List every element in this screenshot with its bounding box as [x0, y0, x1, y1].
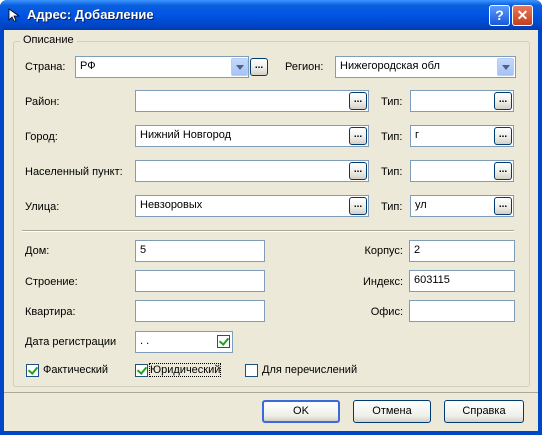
- help-button[interactable]: Справка: [444, 400, 524, 423]
- separator: [22, 230, 514, 232]
- locality-type-label: Тип:: [381, 166, 403, 178]
- district-input[interactable]: [135, 90, 369, 112]
- help-icon[interactable]: ?: [489, 5, 510, 26]
- district-type-label: Тип:: [381, 96, 403, 108]
- button-bar-divider: [4, 392, 538, 393]
- house-label: Дом:: [25, 245, 50, 257]
- actual-checkbox-label[interactable]: Фактический: [43, 364, 108, 376]
- locality-type-browse-button[interactable]: ...: [494, 162, 512, 180]
- country-dropdown-arrow-icon[interactable]: [231, 58, 248, 76]
- locality-browse-button[interactable]: ...: [349, 162, 367, 180]
- enum-checkbox-label[interactable]: Для перечислений: [262, 364, 357, 376]
- reg-date-label: Дата регистрации: [25, 336, 117, 348]
- window-frame-bottom: [0, 431, 542, 435]
- city-type-label: Тип:: [381, 131, 403, 143]
- office-label: Офис:: [370, 306, 403, 318]
- app-icon: [8, 8, 21, 22]
- street-type-browse-button[interactable]: ...: [494, 197, 512, 215]
- street-label: Улица:: [25, 201, 60, 213]
- street-type-label: Тип:: [381, 201, 403, 213]
- cancel-button[interactable]: Отмена: [353, 400, 431, 423]
- title-bar[interactable]: Адрес: Добавление ? ✕: [0, 0, 542, 30]
- index-label: Индекс:: [362, 276, 403, 288]
- building-input[interactable]: [135, 270, 265, 292]
- country-combo[interactable]: РФ: [75, 56, 249, 78]
- street-browse-button[interactable]: ...: [349, 197, 367, 215]
- city-label: Город:: [25, 131, 58, 143]
- legal-checkbox[interactable]: [135, 364, 148, 377]
- region-label: Регион:: [285, 61, 324, 73]
- legal-checkbox-label[interactable]: Юридический: [148, 363, 222, 377]
- locality-input[interactable]: [135, 160, 369, 182]
- house-input[interactable]: 5: [135, 240, 265, 262]
- apartment-label: Квартира:: [25, 306, 76, 318]
- country-label: Страна:: [25, 61, 66, 73]
- window-title: Адрес: Добавление: [27, 7, 154, 22]
- city-input[interactable]: Нижний Новгород: [135, 125, 369, 147]
- group-label: Описание: [20, 34, 77, 46]
- index-input[interactable]: 603115: [409, 270, 515, 292]
- district-browse-button[interactable]: ...: [349, 92, 367, 110]
- street-input[interactable]: Невзоровых: [135, 195, 369, 217]
- window-frame-right: [538, 30, 542, 435]
- apartment-input[interactable]: [135, 300, 265, 322]
- reg-date-checkbox[interactable]: [217, 335, 230, 348]
- enum-checkbox[interactable]: [245, 364, 258, 377]
- building-label: Строение:: [25, 276, 78, 288]
- city-browse-button[interactable]: ...: [349, 127, 367, 145]
- korpus-label: Корпус:: [364, 245, 403, 257]
- locality-label: Населенный пункт:: [25, 166, 123, 178]
- district-label: Район:: [25, 96, 60, 108]
- korpus-input[interactable]: 2: [409, 240, 515, 262]
- district-type-browse-button[interactable]: ...: [494, 92, 512, 110]
- ok-button[interactable]: OK: [262, 400, 340, 423]
- region-combo[interactable]: Нижегородская обл: [335, 56, 516, 78]
- actual-checkbox[interactable]: [26, 364, 39, 377]
- region-dropdown-arrow-icon[interactable]: [497, 58, 514, 76]
- close-icon[interactable]: ✕: [512, 5, 533, 26]
- city-type-browse-button[interactable]: ...: [494, 127, 512, 145]
- office-input[interactable]: [409, 300, 515, 322]
- country-browse-button[interactable]: ...: [250, 58, 268, 76]
